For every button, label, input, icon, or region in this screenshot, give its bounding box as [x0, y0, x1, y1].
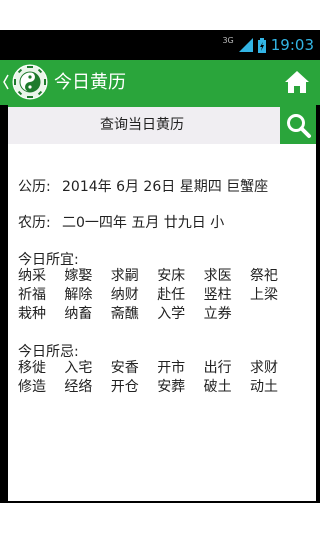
search-bar-label[interactable]: 查询当日黄历 — [8, 107, 276, 144]
avoid-title: 今日所忌: — [18, 344, 79, 360]
signal-icon — [238, 38, 253, 52]
solar-date-label: 公历: — [18, 179, 51, 195]
avoid-item: 出行 — [203, 360, 232, 376]
suitable-item: 嫁娶 — [64, 268, 93, 284]
avoid-item: 入宅 — [64, 360, 93, 376]
page-title: 今日黄历 — [54, 72, 126, 93]
search-bar[interactable]: 查询当日黄历 — [8, 107, 316, 144]
avoid-item: 修造 — [18, 379, 46, 395]
avoid-item: 开市 — [157, 360, 186, 376]
clock: 19:03 — [270, 36, 314, 54]
screen-bezel-top — [0, 0, 320, 30]
search-button[interactable] — [280, 107, 316, 144]
suitable-item: 安床 — [157, 268, 186, 284]
suitable-item: 纳采 — [18, 268, 46, 284]
suitable-item: 求嗣 — [110, 268, 139, 284]
avoid-item: 安葬 — [157, 379, 186, 395]
screen-frame-right — [316, 105, 320, 503]
home-icon[interactable] — [284, 69, 310, 95]
network-type-label: 3G — [222, 35, 234, 45]
avoid-item: 经络 — [64, 379, 93, 395]
solar-date-value: 2014年 6月 26日 星期四 巨蟹座 — [62, 179, 269, 195]
status-indicators: 3G 19:03 — [222, 30, 314, 60]
suitable-item: 求医 — [203, 268, 232, 284]
suitable-item: 入学 — [157, 306, 186, 322]
back-chevron-icon[interactable] — [2, 72, 10, 92]
avoid-item: 安香 — [110, 360, 139, 376]
status-bar: 3G 19:03 — [0, 30, 320, 60]
suitable-item: 斋醮 — [110, 306, 139, 322]
avoid-item: 破土 — [203, 379, 232, 395]
screen-frame-bottom — [0, 501, 320, 533]
avoid-item: 移徙 — [18, 360, 46, 376]
avoid-item: 开仓 — [110, 379, 139, 395]
taiji-logo-icon[interactable] — [12, 64, 48, 100]
solar-date-row: 公历: 2014年 6月 26日 星期四 巨蟹座 — [18, 176, 268, 196]
suitable-item: 祭祀 — [250, 268, 278, 284]
screen-frame-left — [0, 105, 8, 503]
suitable-title: 今日所宜: — [18, 252, 79, 268]
suitable-item: 上梁 — [250, 287, 278, 303]
suitable-item: 竖柱 — [203, 287, 232, 303]
suitable-item: 赴任 — [157, 287, 186, 303]
lunar-date-row: 农历: 二0一四年 五月 廿九日 小 — [18, 212, 224, 232]
avoid-item: 动土 — [250, 379, 278, 395]
search-icon[interactable] — [285, 112, 312, 139]
suitable-item: 栽种 — [18, 306, 46, 322]
app-bar: 今日黄历 — [0, 60, 320, 105]
suitable-item: 祈福 — [18, 287, 46, 303]
lunar-date-label: 农历: — [18, 215, 51, 231]
suitable-item: 纳畜 — [64, 306, 93, 322]
suitable-item: 立券 — [203, 306, 232, 322]
suitable-item: 纳财 — [110, 287, 139, 303]
battery-charging-icon — [257, 37, 266, 53]
avoid-item: 求财 — [250, 360, 278, 376]
lunar-date-value: 二0一四年 五月 廿九日 小 — [62, 215, 225, 231]
suitable-item: 解除 — [64, 287, 93, 303]
